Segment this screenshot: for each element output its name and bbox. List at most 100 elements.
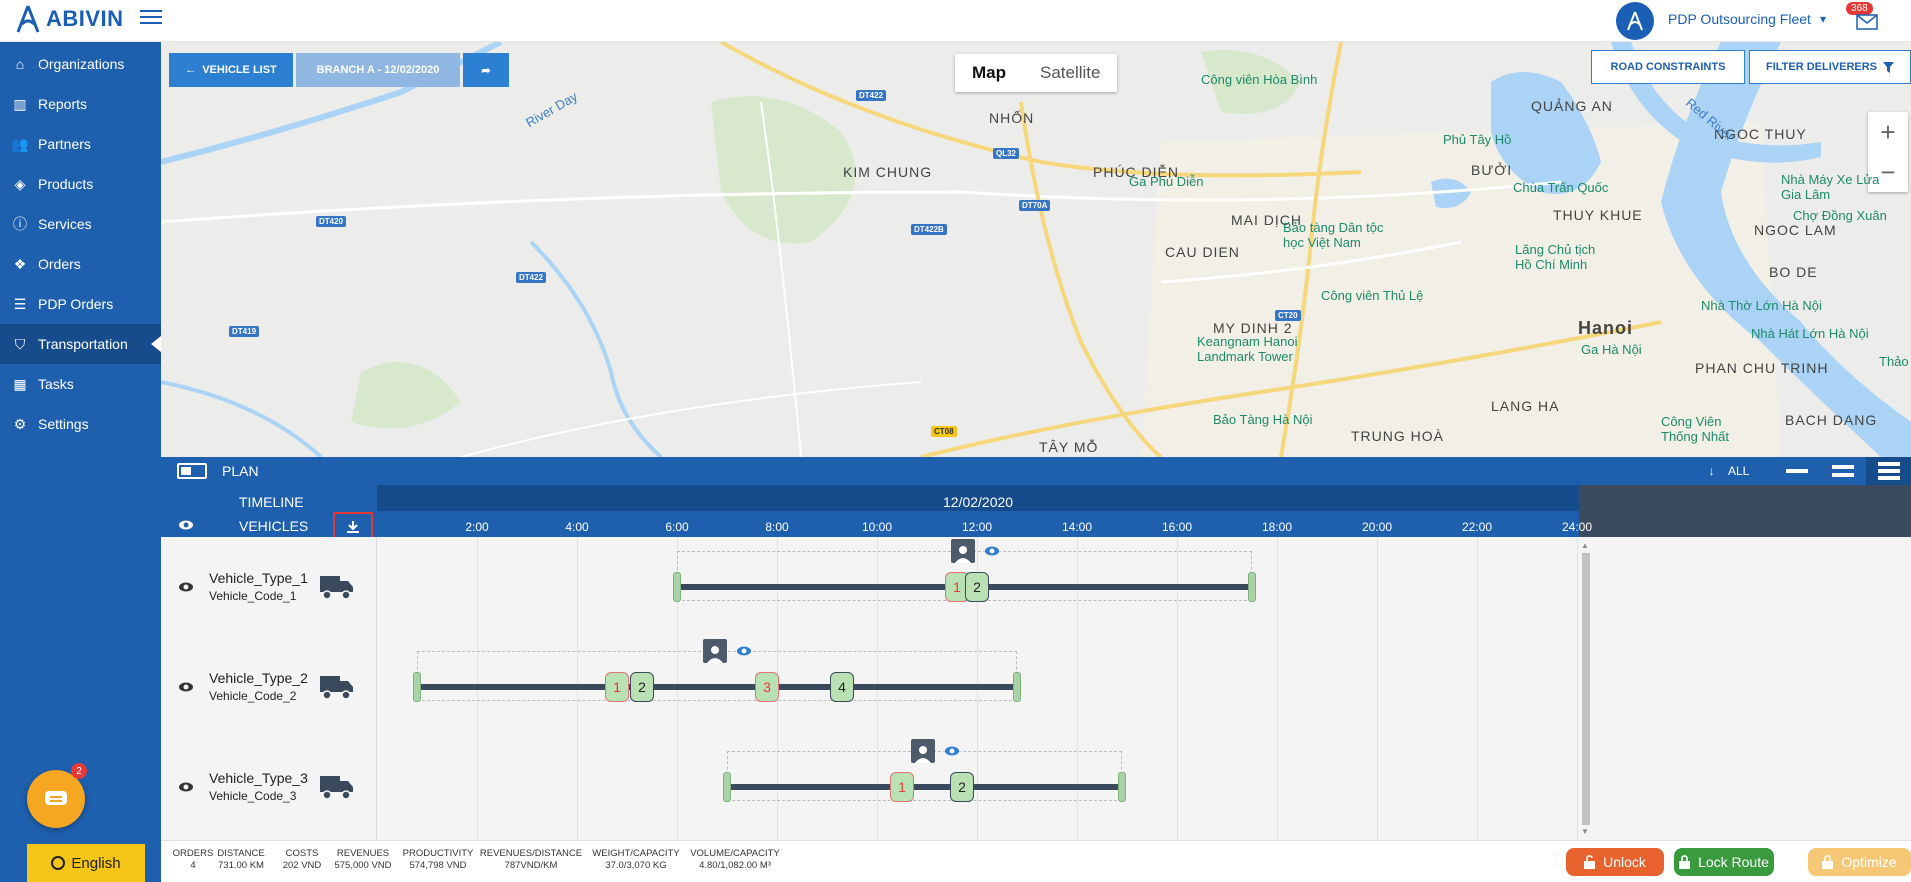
road-shield: DT422B xyxy=(911,224,947,235)
map-label: QUẢNG AN xyxy=(1531,98,1613,114)
route-bar[interactable] xyxy=(417,684,1017,690)
fleet-selector[interactable]: PDP Outsourcing Fleet xyxy=(1668,11,1811,27)
abivin-logo[interactable]: ABIVIN xyxy=(14,4,124,34)
fleet-avatar[interactable] xyxy=(1616,2,1654,40)
eye-icon[interactable] xyxy=(178,781,194,793)
timeline-label: TIMELINE xyxy=(239,494,304,510)
route-stop[interactable]: 1 xyxy=(890,772,914,802)
gantt-scrollbar[interactable]: ▲ ▼ xyxy=(1580,541,1590,836)
eye-icon[interactable] xyxy=(178,681,194,693)
route-start-handle[interactable] xyxy=(723,772,731,802)
road-shield: QL32 xyxy=(993,148,1020,159)
stat-value: 575,000 VND xyxy=(334,860,392,871)
map-label: Thảo N xyxy=(1879,354,1911,369)
road-shield: CT20 xyxy=(1275,310,1301,321)
hour-tick-label: 24:00 xyxy=(1561,520,1593,534)
map-label: Lăng Chủ tịch Hồ Chí Minh xyxy=(1515,242,1596,272)
road-shield: DT419 xyxy=(229,326,260,337)
vehicle-list-button[interactable]: ← VEHICLE LIST xyxy=(169,53,293,87)
hour-tick-label: 8:00 xyxy=(765,520,789,534)
sidebar-item-settings[interactable]: ⚙ Settings xyxy=(0,404,161,444)
hour-tick-label: 2:00 xyxy=(465,520,489,534)
hamburger-menu-icon[interactable] xyxy=(140,6,162,26)
plan-toggle-icon[interactable] xyxy=(177,463,207,479)
view-triple-row-icon[interactable] xyxy=(1866,457,1911,485)
plan-title: PLAN xyxy=(222,463,259,479)
sidebar-item-pdp-orders[interactable]: ☰ PDP Orders xyxy=(0,284,161,324)
eye-icon[interactable] xyxy=(178,519,194,531)
driver-avatar[interactable] xyxy=(910,739,935,763)
route-start-handle[interactable] xyxy=(673,572,681,602)
filter-deliverers-label: FILTER DELIVERERS xyxy=(1765,61,1878,73)
cubes-icon: ❖ xyxy=(13,255,27,272)
map-type-map[interactable]: Map xyxy=(955,54,1023,92)
sort-all-button[interactable]: ↓ ALL xyxy=(1706,457,1752,485)
vehicle-list-label: VEHICLE LIST xyxy=(202,64,277,76)
hour-tick-label: 14:00 xyxy=(1061,520,1093,534)
route-end-handle[interactable] xyxy=(1118,772,1126,802)
boxes-icon: ◈ xyxy=(14,175,26,192)
zoom-in-button[interactable]: + xyxy=(1868,112,1908,152)
map[interactable]: ← VEHICLE LIST BRANCH A - 12/02/2020 ➦ M… xyxy=(161,42,1911,457)
sidebar-item-transportation[interactable]: ⛉ Transportation xyxy=(0,324,161,364)
route-stop[interactable]: 2 xyxy=(965,572,989,602)
driver-eye-icon[interactable] xyxy=(736,645,752,657)
stat-revenues: REVENUES 575,000 VND xyxy=(334,848,391,872)
optimize-button[interactable]: Optimize xyxy=(1808,848,1911,876)
lock-route-button[interactable]: Lock Route xyxy=(1674,848,1774,876)
share-button[interactable]: ➦ xyxy=(463,53,509,87)
scroll-down-icon[interactable]: ▼ xyxy=(1581,827,1589,836)
unlock-icon xyxy=(1584,855,1596,869)
map-label: Bảo tàng Dân tộc học Việt Nam xyxy=(1283,220,1384,250)
info-icon: ⓘ xyxy=(13,216,27,232)
road-shield: CT08 xyxy=(931,426,957,437)
gear-icon: ⚙ xyxy=(13,415,27,432)
stat-value: 4 xyxy=(190,860,196,871)
truck-icon xyxy=(320,576,353,600)
route-end-handle[interactable] xyxy=(1248,572,1256,602)
route-stop[interactable]: 2 xyxy=(950,772,974,802)
stat-label: VOLUME/CAPACITY xyxy=(690,848,780,859)
language-label: English xyxy=(71,854,121,872)
stat-value: 787VND/KM xyxy=(504,860,558,871)
road-constraints-button[interactable]: ROAD CONSTRAINTS xyxy=(1591,50,1745,84)
route-bar[interactable] xyxy=(727,784,1122,790)
view-single-row-icon[interactable] xyxy=(1774,457,1820,485)
driver-eye-icon[interactable] xyxy=(944,745,960,757)
logo-icon xyxy=(16,5,40,33)
sidebar-item-orders[interactable]: ❖ Orders xyxy=(0,244,161,284)
sidebar-item-label: Products xyxy=(38,176,94,192)
scroll-thumb[interactable] xyxy=(1582,553,1590,825)
sidebar-item-partners[interactable]: 👥 Partners xyxy=(0,124,161,164)
route-stop[interactable]: 1 xyxy=(605,672,629,702)
view-double-row-icon[interactable] xyxy=(1820,457,1866,485)
route-start-handle[interactable] xyxy=(413,672,421,702)
mail-icon[interactable] xyxy=(1856,12,1878,30)
sidebar-item-organizations[interactable]: ⌂ Organizations xyxy=(0,44,161,84)
driver-eye-icon[interactable] xyxy=(984,545,1000,557)
route-end-handle[interactable] xyxy=(1013,672,1021,702)
sidebar-item-services[interactable]: ⓘ Services xyxy=(0,204,161,244)
language-button[interactable]: English xyxy=(27,844,145,882)
route-stop[interactable]: 3 xyxy=(755,672,779,702)
hour-tick-label: 10:00 xyxy=(861,520,893,534)
sidebar-item-products[interactable]: ◈ Products xyxy=(0,164,161,204)
eye-icon[interactable] xyxy=(178,581,194,593)
chevron-down-icon[interactable]: ▾ xyxy=(1820,12,1826,26)
map-label: Công Viên Thống Nhất xyxy=(1661,414,1729,444)
filter-deliverers-button[interactable]: FILTER DELIVERERS xyxy=(1749,50,1911,84)
sidebar-item-tasks[interactable]: ▦ Tasks xyxy=(0,364,161,404)
branch-button[interactable]: BRANCH A - 12/02/2020 xyxy=(296,53,460,87)
grid-line xyxy=(1277,537,1278,840)
hour-tick-label: 22:00 xyxy=(1461,520,1493,534)
unlock-button[interactable]: Unlock xyxy=(1566,848,1664,876)
sidebar-item-reports[interactable]: ▥ Reports xyxy=(0,84,161,124)
stat-value: 574,798 VND xyxy=(409,860,467,871)
route-stop[interactable]: 4 xyxy=(830,672,854,702)
scroll-up-icon[interactable]: ▲ xyxy=(1581,541,1589,550)
route-stop[interactable]: 2 xyxy=(630,672,654,702)
map-type-satellite[interactable]: Satellite xyxy=(1023,54,1117,92)
driver-avatar[interactable] xyxy=(950,539,975,563)
driver-avatar[interactable] xyxy=(703,639,727,663)
plan-view-controls: ↓ ALL xyxy=(1706,457,1911,485)
